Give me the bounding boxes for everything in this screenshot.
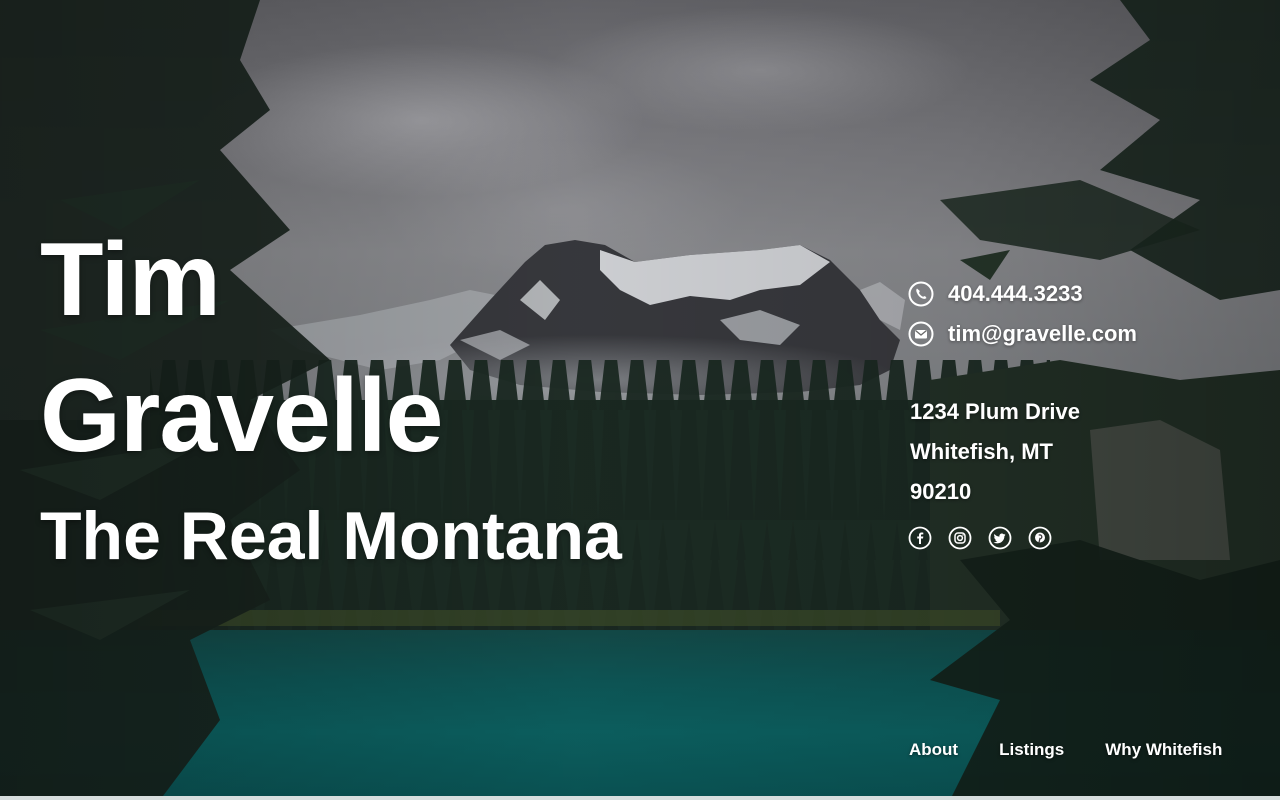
- contact-info: 404.444.3233 tim@gravelle.com: [908, 280, 1137, 360]
- address-city-state: Whitefish, MT: [910, 439, 1053, 464]
- main-nav: About Listings Why Whitefish: [909, 738, 1222, 762]
- social-links: [908, 526, 1068, 550]
- hero-section: Tim Gravelle The Real Montana: [40, 212, 622, 576]
- nav-why-whitefish[interactable]: Why Whitefish: [1105, 738, 1222, 762]
- facebook-icon: [908, 526, 932, 550]
- bottom-border: [0, 796, 1280, 800]
- pinterest-icon: [1028, 526, 1052, 550]
- email-address: tim@gravelle.com: [948, 321, 1137, 346]
- twitter-link[interactable]: [988, 526, 1012, 550]
- instagram-link[interactable]: [948, 526, 972, 550]
- nav-about[interactable]: About: [909, 738, 958, 762]
- email-link[interactable]: tim@gravelle.com: [908, 320, 1137, 348]
- phone-link[interactable]: 404.444.3233: [908, 280, 1137, 308]
- mail-icon: [908, 321, 934, 347]
- twitter-icon: [988, 526, 1012, 550]
- nav-listings[interactable]: Listings: [999, 738, 1064, 762]
- instagram-icon: [948, 526, 972, 550]
- tagline: The Real Montana: [40, 498, 622, 574]
- phone-icon: [908, 281, 934, 307]
- agent-last-name: Gravelle: [40, 358, 444, 474]
- agent-first-name: Tim: [40, 222, 221, 338]
- phone-number: 404.444.3233: [948, 281, 1083, 306]
- facebook-link[interactable]: [908, 526, 932, 550]
- office-address: 1234 Plum Drive Whitefish, MT 90210: [910, 392, 1080, 512]
- address-zip: 90210: [910, 479, 972, 504]
- agent-name: Tim Gravelle: [40, 212, 622, 484]
- address-street: 1234 Plum Drive: [910, 399, 1080, 424]
- pinterest-link[interactable]: [1028, 526, 1052, 550]
